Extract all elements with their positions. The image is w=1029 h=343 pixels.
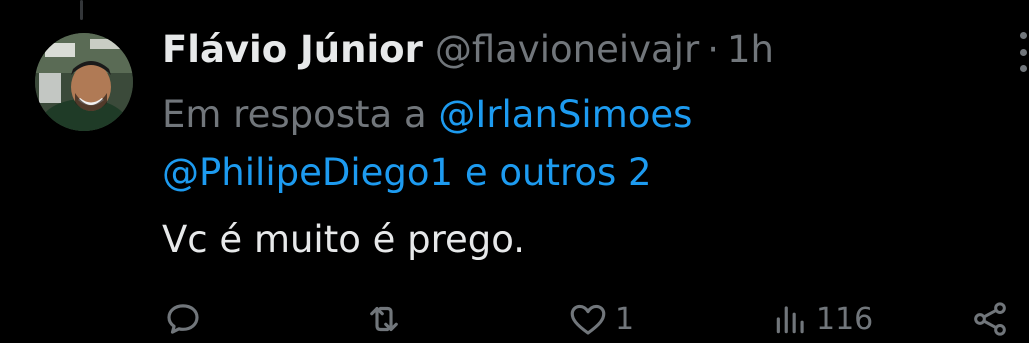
reply-others-link[interactable]: e outros 2: [465, 151, 652, 194]
separator-dot: ·: [707, 28, 719, 71]
tweet-timestamp[interactable]: 1h: [727, 24, 774, 76]
thread-connector-line: [80, 0, 83, 20]
tweet-header: Flávio Júnior @flavioneivajr · 1h: [162, 24, 774, 76]
view-count: 116: [816, 301, 874, 337]
mention-link[interactable]: @PhilipeDiego1: [162, 151, 453, 194]
speech-bubble-icon: [167, 304, 199, 334]
retweet-icon: [370, 306, 398, 332]
vertical-ellipsis-icon[interactable]: [1016, 30, 1029, 74]
reply-button[interactable]: [162, 296, 210, 342]
share-icon: [974, 302, 1006, 336]
like-button[interactable]: 1: [567, 296, 634, 342]
tweet-text: Vc é muito é prego.: [162, 218, 526, 261]
tweet-actions-bar: 1 116: [162, 296, 1012, 342]
heart-icon: [570, 304, 606, 335]
mention-link[interactable]: @IrlanSimoes: [438, 93, 692, 136]
author-handle[interactable]: @flavioneivajr: [435, 24, 699, 76]
retweet-button[interactable]: [362, 296, 412, 342]
avatar-image: [35, 33, 133, 131]
reply-prefix: Em resposta a: [162, 93, 427, 136]
views-button[interactable]: 116: [772, 296, 873, 342]
reply-context: Em resposta a @IrlanSimoes @PhilipeDiego…: [162, 86, 982, 202]
like-count: 1: [615, 301, 635, 337]
bar-chart-icon: [776, 306, 804, 334]
author-name[interactable]: Flávio Júnior: [162, 24, 423, 76]
avatar[interactable]: [35, 33, 133, 131]
share-button[interactable]: [970, 296, 1010, 342]
